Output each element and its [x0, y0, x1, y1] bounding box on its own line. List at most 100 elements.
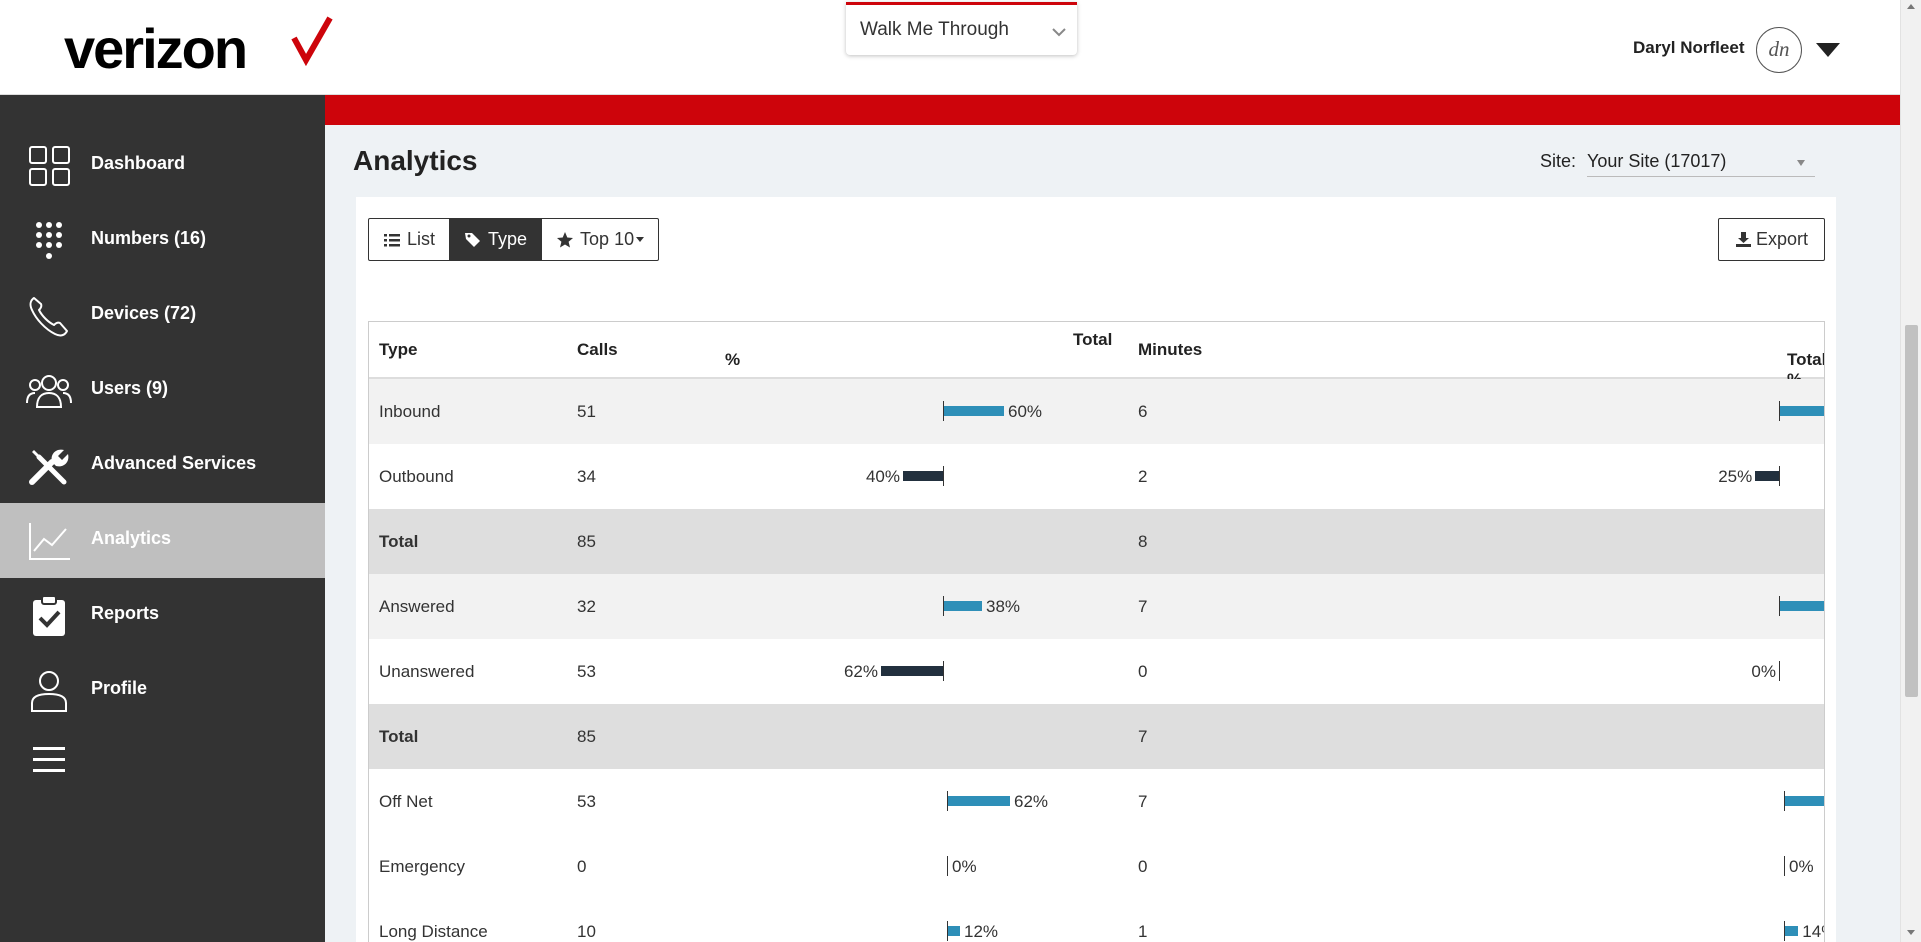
column-header-minutes[interactable]: Minutes [1128, 322, 1348, 379]
type-cell: Total [369, 704, 567, 769]
calls-pct-cell-bar-wrap: 40% [725, 444, 1118, 509]
sidebar-item-profile[interactable]: Profile [0, 653, 325, 728]
dashboard-grid-icon [29, 146, 70, 186]
type-cell: Answered [369, 574, 567, 639]
site-select[interactable]: Your Site (17017) [1587, 148, 1815, 177]
sidebar-item-dashboard[interactable]: Dashboard [0, 128, 325, 203]
type-view-button[interactable]: Type [450, 219, 543, 260]
table-row: Long Distance10 12% 1 14% [369, 899, 1824, 942]
hamburger-menu-icon[interactable] [32, 745, 66, 775]
export-button[interactable]: Export [1718, 218, 1825, 261]
calls-pct-cell-bar-wrap: 0% [725, 834, 1118, 899]
percent-label: 0% [952, 857, 977, 876]
minutes-cell: 7 [1128, 704, 1348, 769]
minutes-cell: 8 [1128, 509, 1348, 574]
type-cell: Off Net [369, 769, 567, 834]
table-row: Emergency 0 0% 0 0% [369, 834, 1824, 899]
calls-pct-cell [715, 509, 1128, 574]
calls-cell: 51 [567, 378, 715, 444]
bar-axis [943, 466, 944, 486]
scroll-thumb[interactable] [1905, 325, 1918, 697]
export-label: Export [1755, 229, 1809, 249]
column-header-calls-total-pct[interactable]: Total % [715, 322, 1128, 379]
percent-bar [1785, 796, 1824, 806]
person-icon [31, 671, 67, 712]
percent-bar [948, 796, 1010, 806]
list-view-label: List [407, 229, 436, 249]
user-name[interactable]: Daryl Norfleet [1633, 38, 1744, 58]
sidebar: Dashboard Numbers (16) Devices (72) User… [0, 95, 325, 942]
calls-pct-cell: 38% [715, 574, 1128, 639]
table-row: Outbound 34 40% 2 25% [369, 444, 1824, 509]
site-select-value: Your Site (17017) [1587, 151, 1727, 171]
phone-icon [29, 297, 68, 337]
percent-label: 60% [1008, 402, 1043, 421]
bar-axis [1784, 856, 1785, 876]
percent-bar [944, 406, 1004, 416]
analytics-chart-icon [29, 523, 70, 560]
scroll-down-arrow-icon[interactable] [1907, 930, 1915, 935]
star-icon [557, 231, 574, 247]
minutes-cell: 6 [1128, 378, 1348, 444]
column-header-type[interactable]: Type [369, 322, 567, 379]
minutes-cell: 2 [1128, 444, 1348, 509]
page-scrollbar[interactable] [1900, 0, 1921, 942]
minutes-cell: 1 [1128, 899, 1348, 942]
percent-label: 0% [1789, 857, 1814, 876]
clipboard-check-icon [33, 595, 65, 636]
percent-label: 12% [964, 922, 999, 941]
column-header-minutes-total-pct[interactable]: Total % [1348, 322, 1824, 389]
calls-cell: 32 [567, 574, 715, 639]
scroll-up-arrow-icon[interactable] [1907, 4, 1915, 9]
dialpad-icon [36, 222, 62, 259]
top10-dropdown-button[interactable]: Top 10 [542, 219, 658, 260]
type-cell: Inbound [369, 378, 567, 444]
calls-cell: 85 [567, 509, 715, 574]
calls-pct-cell: 40% [715, 444, 1128, 509]
calls-cell: 10 [567, 899, 715, 942]
calls-pct-cell: 62% [715, 639, 1128, 704]
table-total-row: Total 85 8 [369, 509, 1824, 574]
bar-axis [1779, 466, 1780, 486]
avatar[interactable]: dn [1756, 27, 1802, 73]
sidebar-item-analytics[interactable]: Analytics [0, 503, 325, 578]
caret-down-icon [636, 237, 645, 242]
minutes-cell: 7 [1128, 574, 1348, 639]
dropdown-arrow-icon [1797, 160, 1805, 166]
percent-label: 40% [865, 467, 900, 486]
sidebar-item-numbers[interactable]: Numbers (16) [0, 203, 325, 278]
minutes-pct-cell-bar-wrap: 100% [1358, 574, 1824, 639]
user-menu-caret-icon[interactable] [1815, 42, 1841, 58]
calls-pct-cell: 0% [715, 834, 1128, 899]
sidebar-item-users[interactable]: Users (9) [0, 353, 325, 428]
percent-label: 62% [843, 662, 878, 681]
verizon-check-icon [291, 16, 333, 66]
calls-pct-cell-bar-wrap: 62% [725, 769, 1118, 834]
walk-me-through-dropdown[interactable]: Walk Me Through [846, 2, 1077, 55]
minutes-pct-cell [1348, 509, 1824, 574]
table-row: Off Net53 62% 7100% [369, 769, 1824, 834]
bar-axis [943, 661, 944, 681]
minutes-pct-cell: 14% [1348, 899, 1824, 942]
verizon-logo[interactable]: verizon [64, 16, 333, 82]
minutes-pct-cell-bar-wrap: 100% [1358, 769, 1824, 834]
table-total-row: Total 85 7 [369, 704, 1824, 769]
table-row: Inbound51 60% 675% [369, 378, 1824, 444]
bar-axis [947, 856, 948, 876]
calls-pct-cell-bar-wrap: 62% [725, 639, 1118, 704]
list-view-button[interactable]: List [369, 219, 451, 260]
brand-red-band [300, 95, 1900, 125]
minutes-pct-cell-bar-wrap: 0% [1358, 834, 1816, 899]
sidebar-item-devices[interactable]: Devices (72) [0, 278, 325, 353]
table-header-row: Type Calls Total % Minutes Total % [369, 322, 1824, 389]
percent-label: 0% [1751, 662, 1776, 681]
sidebar-item-reports[interactable]: Reports [0, 578, 325, 653]
column-header-calls[interactable]: Calls [567, 322, 715, 379]
calls-pct-cell: 12% [715, 899, 1128, 942]
minutes-pct-cell-bar-wrap: 75% [1358, 379, 1824, 444]
percent-label: 38% [986, 597, 1021, 616]
sidebar-item-advanced-services[interactable]: Advanced Services [0, 428, 325, 503]
percent-bar [948, 926, 960, 936]
percent-bar [903, 471, 943, 481]
sidebar-item-label: Devices (72) [91, 303, 197, 323]
